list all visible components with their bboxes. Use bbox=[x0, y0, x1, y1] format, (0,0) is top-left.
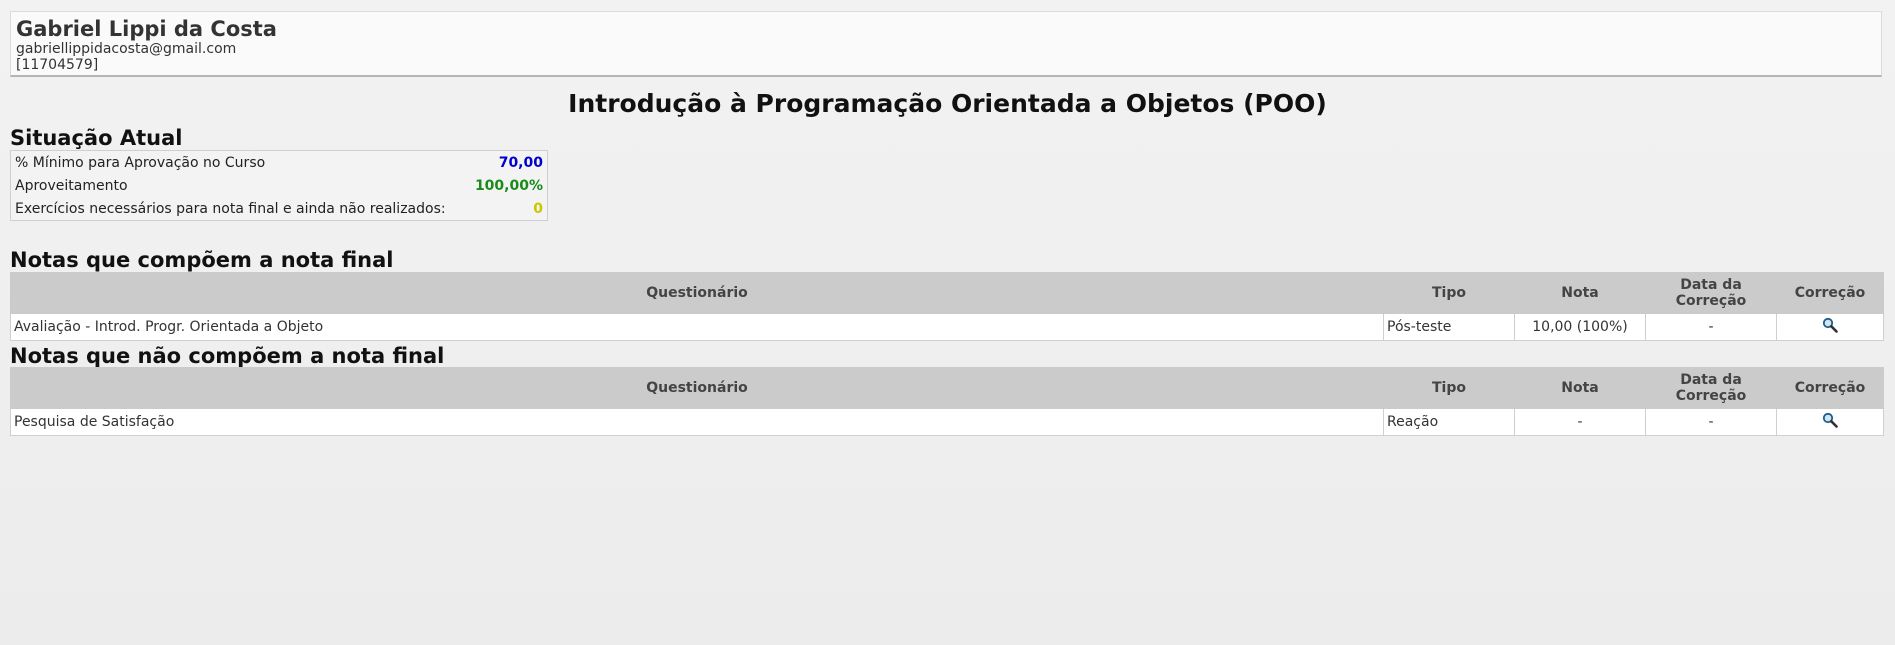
cell-data: - bbox=[1645, 313, 1777, 341]
table-row: Avaliação - Introd. Progr. Orientada a O… bbox=[10, 313, 1884, 341]
status-value: 100,00% bbox=[474, 177, 543, 194]
cell-correcao bbox=[1776, 408, 1884, 436]
status-label: % Mínimo para Aprovação no Curso bbox=[15, 154, 266, 171]
user-info-box: Gabriel Lippi da Costa gabriellippidacos… bbox=[10, 11, 1882, 77]
cell-correcao bbox=[1776, 313, 1884, 341]
table-header-row: Questionário Tipo Nota Data da Correção C… bbox=[10, 272, 1884, 314]
magnifier-icon[interactable] bbox=[1822, 412, 1838, 432]
col-header-nota: Nota bbox=[1514, 367, 1646, 409]
col-header-tipo: Tipo bbox=[1383, 367, 1515, 409]
col-header-correcao: Correção bbox=[1776, 272, 1884, 314]
cell-tipo: Reação bbox=[1383, 408, 1515, 436]
cell-nota: - bbox=[1514, 408, 1646, 436]
status-value: 70,00 bbox=[498, 154, 543, 171]
col-header-data-correcao: Data da Correção bbox=[1645, 272, 1777, 314]
col-header-tipo: Tipo bbox=[1383, 272, 1515, 314]
cell-data: - bbox=[1645, 408, 1777, 436]
status-box: % Mínimo para Aprovação no Curso 70,00 A… bbox=[10, 150, 548, 221]
status-row-pending-exercises: Exercícios necessários para nota final e… bbox=[11, 197, 547, 220]
user-name: Gabriel Lippi da Costa bbox=[16, 17, 277, 41]
cell-questionario: Pesquisa de Satisfação bbox=[10, 408, 1384, 436]
final-grades-title: Notas que compõem a nota final bbox=[10, 248, 394, 272]
col-header-data-correcao: Data da Correção bbox=[1645, 367, 1777, 409]
magnifier-icon[interactable] bbox=[1822, 317, 1838, 337]
cell-nota: 10,00 (100%) bbox=[1514, 313, 1646, 341]
status-label: Exercícios necessários para nota final e… bbox=[15, 200, 446, 217]
status-row-performance: Aproveitamento 100,00% bbox=[11, 174, 547, 197]
cell-tipo: Pós-teste bbox=[1383, 313, 1515, 341]
status-row-min-approval: % Mínimo para Aprovação no Curso 70,00 bbox=[11, 151, 547, 174]
col-header-questionario: Questionário bbox=[10, 272, 1384, 314]
cell-questionario: Avaliação - Introd. Progr. Orientada a O… bbox=[10, 313, 1384, 341]
status-value: 0 bbox=[533, 200, 543, 217]
user-id: [11704579] bbox=[16, 57, 99, 73]
user-email: gabriellippidacosta@gmail.com bbox=[16, 41, 237, 57]
non-final-grades-table: Questionário Tipo Nota Data da Correção C… bbox=[10, 367, 1884, 436]
table-row: Pesquisa de Satisfação Reação - - bbox=[10, 408, 1884, 436]
status-section-title: Situação Atual bbox=[10, 126, 183, 150]
non-final-grades-title: Notas que não compõem a nota final bbox=[10, 344, 445, 368]
final-grades-table: Questionário Tipo Nota Data da Correção C… bbox=[10, 272, 1884, 341]
col-header-questionario: Questionário bbox=[10, 367, 1384, 409]
course-title: Introdução à Programação Orientada a Obj… bbox=[568, 89, 1327, 118]
table-header-row: Questionário Tipo Nota Data da Correção C… bbox=[10, 367, 1884, 409]
status-label: Aproveitamento bbox=[15, 177, 128, 194]
col-header-nota: Nota bbox=[1514, 272, 1646, 314]
col-header-correcao: Correção bbox=[1776, 367, 1884, 409]
